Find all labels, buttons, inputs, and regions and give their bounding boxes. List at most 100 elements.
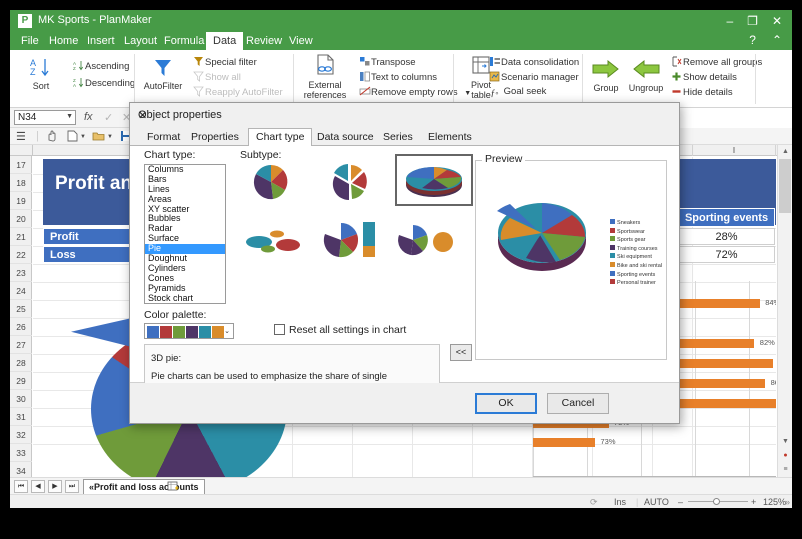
nav-prev-sheet[interactable]: ◀ (31, 480, 45, 493)
ok-button[interactable]: OK (475, 393, 537, 414)
row-header-25[interactable]: 25 (10, 300, 32, 318)
scroll-up-icon[interactable]: ▲ (778, 145, 792, 159)
row-header-20[interactable]: 20 (10, 210, 32, 228)
special-filter-button[interactable]: Special filter (192, 56, 257, 70)
chevron-down-icon[interactable]: ▼ (107, 134, 113, 140)
chart-type-list[interactable]: Columns Bars Lines Areas XY scatter Bubb… (144, 164, 226, 304)
zoom-slider-knob[interactable] (713, 498, 720, 505)
scroll-down-icon[interactable]: ▼ (778, 435, 792, 449)
remove-empty-rows-button[interactable]: Remove empty rows ▼ (358, 86, 471, 100)
collapse-ribbon-icon[interactable]: ⌃ (772, 33, 782, 47)
nav-next-sheet[interactable]: ▶ (48, 480, 62, 493)
show-all-button[interactable]: Show all (192, 71, 241, 85)
scroll-split-icon[interactable]: ● (778, 449, 792, 463)
dialog-tab-data-source[interactable]: Data source (310, 129, 381, 146)
dialog-close-icon[interactable]: ✕ (138, 109, 672, 122)
collapse-description-button[interactable]: << (450, 344, 472, 361)
row-header-34[interactable]: 34 (10, 462, 32, 477)
dialog-tab-properties[interactable]: Properties (184, 129, 246, 146)
row-header-21[interactable]: 21 (10, 228, 32, 246)
row-header-18[interactable]: 18 (10, 174, 32, 192)
new-document-icon[interactable] (67, 130, 78, 145)
refresh-icon[interactable]: ⟳ (590, 497, 598, 508)
chart-type-box-plot-chart[interactable]: Box plot chart (148, 303, 203, 304)
dialog-tab-series[interactable]: Series (376, 129, 420, 146)
color-palette-dropdown[interactable]: ⌄ (144, 323, 234, 339)
row-header-30[interactable]: 30 (10, 390, 32, 408)
insert-function-button[interactable]: fx (84, 111, 93, 123)
row-header-28[interactable]: 28 (10, 354, 32, 372)
subtype-exploded-pie-3d[interactable] (240, 220, 302, 264)
subtype-bar-of-pie[interactable] (319, 218, 381, 262)
nav-last-sheet[interactable]: ⏭ (65, 480, 79, 493)
ascending-button[interactable]: AZ Ascending (72, 60, 129, 74)
row-header-24[interactable]: 24 (10, 282, 32, 300)
row-header-27[interactable]: 27 (10, 336, 32, 354)
dialog-tab-elements[interactable]: Elements (421, 129, 479, 146)
zoom-in-button[interactable]: + (751, 497, 756, 507)
group-button[interactable]: Group (588, 58, 624, 93)
row-header-17[interactable]: 17 (10, 156, 32, 174)
insert-mode-indicator[interactable]: Ins (614, 497, 626, 507)
chevron-down-icon[interactable]: ▼ (80, 134, 86, 140)
cell-loss-sporting[interactable]: 72% (678, 246, 775, 263)
dialog-tab-format[interactable]: Format (140, 129, 187, 146)
subtype-exploded-pie[interactable] (319, 160, 381, 204)
scrollbar-thumb[interactable] (779, 159, 791, 213)
reset-all-settings-checkbox[interactable]: Reset all settings in chart (274, 324, 406, 336)
zoom-level[interactable]: 125% (763, 497, 786, 507)
subtype-pie[interactable] (240, 160, 302, 204)
cell-profit-sporting[interactable]: 28% (678, 228, 775, 245)
subtype-pie-of-pie[interactable] (395, 218, 457, 262)
descending-button[interactable]: ZA Descending (72, 77, 135, 91)
name-box[interactable]: N34 ▼ (14, 110, 76, 125)
remove-all-groups-button[interactable]: Remove all groups (670, 56, 762, 70)
sort-button[interactable]: AZ Sort (18, 56, 64, 91)
chevron-down-icon[interactable]: ⌄ (224, 327, 230, 335)
transpose-button[interactable]: Transpose (358, 56, 416, 70)
row-header-19[interactable]: 19 (10, 192, 32, 210)
tab-file[interactable]: File (14, 34, 46, 48)
calc-mode-indicator[interactable]: AUTO (644, 497, 669, 507)
tab-home[interactable]: Home (42, 34, 85, 48)
data-consolidation-button[interactable]: Data consolidation (488, 56, 579, 70)
row-header-29[interactable]: 29 (10, 372, 32, 390)
open-folder-icon[interactable] (92, 130, 105, 145)
row-header-31[interactable]: 31 (10, 408, 32, 426)
sheet-tab-profit-loss[interactable]: «Profit and loss accounts (83, 479, 205, 495)
vertical-scrollbar[interactable]: ▲ ▼ ● ≡ (777, 145, 792, 477)
tab-formula[interactable]: Formula (157, 34, 211, 48)
row-header-32[interactable]: 32 (10, 426, 32, 444)
tab-data[interactable]: Data (206, 32, 244, 50)
column-header-i[interactable]: I (693, 145, 776, 156)
hand-icon[interactable] (46, 130, 58, 145)
row-header-33[interactable]: 33 (10, 444, 32, 462)
scenario-manager-button[interactable]: Scenario manager (488, 71, 579, 85)
row-header-22[interactable]: 22 (10, 246, 32, 264)
tab-view[interactable]: View (282, 34, 320, 48)
reapply-autofilter-button[interactable]: Reapply AutoFilter (192, 86, 283, 100)
menu-icon[interactable]: ☰ (16, 130, 26, 143)
row-header-26[interactable]: 26 (10, 318, 32, 336)
ungroup-button[interactable]: Ungroup (626, 58, 666, 93)
tab-insert[interactable]: Insert (80, 34, 122, 48)
cancel-button[interactable]: Cancel (547, 393, 609, 414)
subtype-pie-3d[interactable] (395, 154, 473, 206)
external-references-button[interactable]: External references (298, 54, 352, 101)
row-header-23[interactable]: 23 (10, 264, 32, 282)
text-to-columns-button[interactable]: Text to columns (358, 71, 437, 85)
nav-first-sheet[interactable]: ⏮ (14, 480, 28, 493)
hide-details-button[interactable]: Hide details (670, 86, 733, 100)
show-details-button[interactable]: Show details (670, 71, 737, 85)
accept-formula-icon[interactable]: ✓ (104, 111, 113, 124)
scroll-page-icon[interactable]: ≡ (778, 463, 792, 477)
chevron-down-icon[interactable]: ▼ (66, 113, 73, 120)
autofilter-button[interactable]: AutoFilter (138, 56, 188, 91)
help-icon[interactable]: ? (749, 33, 756, 47)
dialog-tab-chart-type[interactable]: Chart type (248, 128, 313, 147)
zoom-out-button[interactable]: – (678, 497, 683, 507)
minimize-icon[interactable]: – (726, 14, 733, 28)
close-icon[interactable]: ✕ (772, 14, 782, 28)
goal-seek-button[interactable]: ƒ◦ Goal seek (488, 86, 546, 99)
maximize-icon[interactable]: ❐ (747, 14, 758, 28)
